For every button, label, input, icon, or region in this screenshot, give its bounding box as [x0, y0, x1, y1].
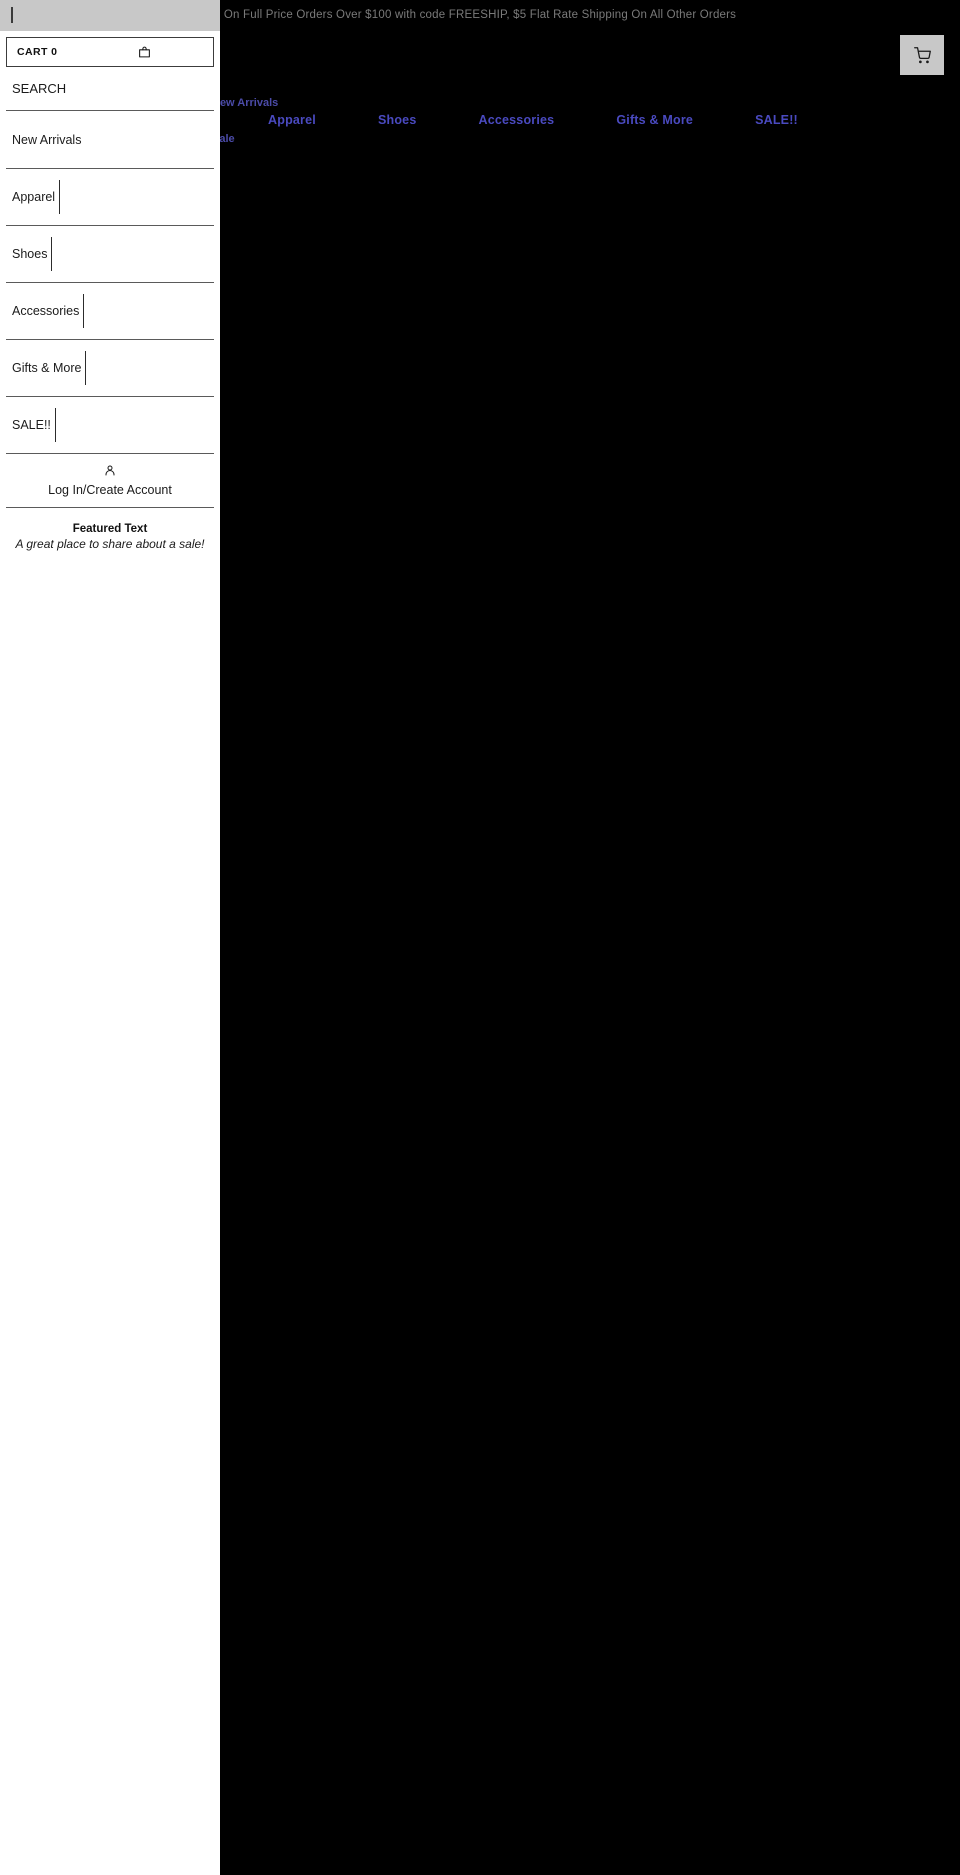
person-icon [104, 464, 116, 482]
nav-item-sale[interactable]: SALE!! [755, 113, 798, 127]
drawer-search-button[interactable]: SEARCH [6, 67, 214, 111]
drawer-menu-label: Accessories [12, 304, 80, 318]
nav-item-accessories[interactable]: Accessories [478, 113, 554, 127]
featured-title: Featured Text [72, 523, 148, 535]
drawer-menu-item-accessories[interactable]: Accessories [6, 283, 214, 340]
drawer-menu-item-sale[interactable]: SALE!! [6, 397, 214, 454]
drawer-menu-label: Gifts & More [12, 361, 82, 375]
drawer-cart-button[interactable]: CART 0 [6, 37, 214, 67]
drawer-menu-item-shoes[interactable]: Shoes [6, 226, 214, 283]
drawer-menu-label: Apparel [12, 190, 56, 204]
submenu-expand-icon[interactable] [85, 351, 87, 385]
drawer-menu-label: New Arrivals [12, 132, 82, 147]
drawer-menu-item-gifts-more[interactable]: Gifts & More [6, 340, 214, 397]
submenu-expand-icon[interactable] [51, 237, 53, 271]
shopping-cart-icon [913, 46, 931, 64]
submenu-expand-icon[interactable] [59, 180, 61, 214]
nav-item-gifts-more[interactable]: Gifts & More [616, 113, 693, 127]
bag-icon [138, 45, 151, 59]
close-icon[interactable] [11, 7, 13, 23]
drawer-body: CART 0 SEARCH New Arrivals Apparel Shoes… [0, 37, 220, 551]
drawer-search-label: SEARCH [12, 81, 67, 96]
submenu-expand-icon[interactable] [54, 408, 56, 442]
navigation-drawer: CART 0 SEARCH New Arrivals Apparel Shoes… [0, 0, 220, 1875]
nav-item-shoes[interactable]: Shoes [378, 113, 417, 127]
drawer-menu-item-new-arrivals[interactable]: New Arrivals [6, 111, 214, 169]
drawer-account-label: Log In/Create Account [48, 483, 172, 497]
promo-banner-text: On Full Price Orders Over $100 with code… [223, 9, 737, 21]
header-cart-button[interactable] [900, 35, 944, 75]
drawer-account-link[interactable]: Log In/Create Account [6, 454, 214, 508]
featured-subtitle: A great place to share about a sale! [15, 537, 205, 551]
drawer-menu-label: Shoes [12, 247, 48, 261]
drawer-topbar [0, 0, 220, 31]
nav-item-new-arrivals[interactable]: New Arrivals [212, 97, 278, 109]
drawer-menu-item-apparel[interactable]: Apparel [6, 169, 214, 226]
submenu-expand-icon[interactable] [83, 294, 85, 328]
page-root: On Full Price Orders Over $100 with code… [0, 0, 960, 1875]
drawer-featured-block: Featured Text A great place to share abo… [6, 508, 214, 551]
drawer-cart-label: CART 0 [17, 46, 58, 58]
drawer-menu-label: SALE!! [12, 418, 51, 432]
nav-item-apparel[interactable]: Apparel [268, 113, 316, 127]
